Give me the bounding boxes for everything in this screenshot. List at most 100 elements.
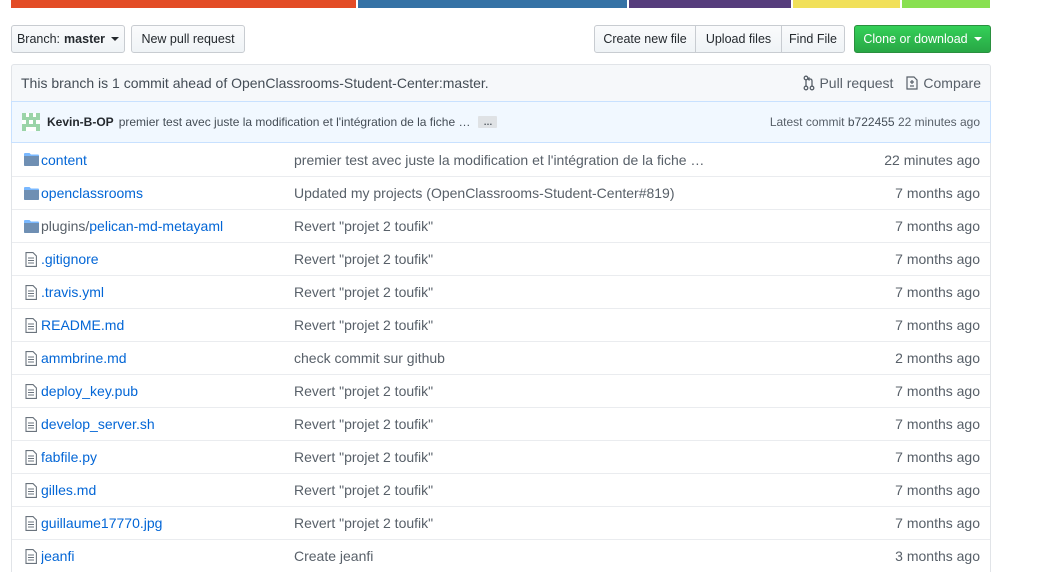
file-icon	[12, 515, 41, 531]
commit-author-link[interactable]: Kevin-B-OP	[47, 115, 114, 129]
file-age: 7 months ago	[895, 284, 980, 300]
file-row[interactable]: plugins/pelican-md-metayaml Revert "proje…	[12, 209, 990, 242]
file-age: 7 months ago	[895, 317, 980, 333]
file-name: guillaume17770.jpg	[41, 515, 163, 531]
file-name: jeanfi	[41, 548, 75, 564]
caret-down-icon	[111, 37, 120, 41]
file-name: ammbrine.md	[41, 350, 127, 366]
file-icon	[12, 482, 41, 498]
language-bar[interactable]	[11, 0, 990, 8]
clone-or-download-button[interactable]: Clone or download	[854, 25, 991, 53]
compare-label: Compare	[923, 75, 981, 91]
file-commit-message-link[interactable]: Create jeanfi	[294, 548, 850, 564]
file-name-link[interactable]: README.md	[41, 317, 294, 333]
file-name-link[interactable]: guillaume17770.jpg	[41, 515, 294, 531]
language-segment[interactable]	[357, 0, 627, 8]
file-commit-message-link[interactable]: Revert "projet 2 toufik"	[294, 482, 850, 498]
compare-link[interactable]: Compare	[905, 75, 981, 91]
file-name-link[interactable]: openclassrooms	[41, 185, 294, 201]
file-name-link[interactable]: ammbrine.md	[41, 350, 294, 366]
find-file-button[interactable]: Find File	[781, 25, 845, 53]
file-commit-message-link[interactable]: Revert "projet 2 toufik"	[294, 317, 850, 333]
file-row[interactable]: deploy_key.pub Revert "projet 2 toufik" 7 …	[12, 374, 990, 407]
file-age: 7 months ago	[895, 482, 980, 498]
file-name: develop_server.sh	[41, 416, 155, 432]
file-commit-message-link[interactable]: Revert "projet 2 toufik"	[294, 284, 850, 300]
file-age: 3 months ago	[895, 548, 980, 564]
folder-icon	[12, 186, 41, 200]
file-commit-message-link[interactable]: Updated my projects (OpenClassrooms-Stud…	[294, 185, 850, 201]
file-commit-message-link[interactable]: Revert "projet 2 toufik"	[294, 416, 850, 432]
latest-commit-bar: Kevin-B-OP premier test avec juste la mo…	[11, 101, 991, 143]
file-icon	[12, 416, 41, 432]
file-row[interactable]: gilles.md Revert "projet 2 toufik" 7 month…	[12, 473, 990, 506]
branch-select-button[interactable]: Branch: master	[11, 25, 125, 53]
path-prefix: plugins/	[41, 218, 90, 234]
file-name: .gitignore	[41, 251, 99, 267]
file-row[interactable]: jeanfi Create jeanfi 3 months ago	[12, 539, 990, 572]
file-row[interactable]: .gitignore Revert "projet 2 toufik" 7 mont…	[12, 242, 990, 275]
file-age: 7 months ago	[895, 383, 980, 399]
folder-icon	[12, 219, 41, 233]
file-age: 7 months ago	[895, 515, 980, 531]
commit-sha-link[interactable]: b722455	[848, 115, 895, 129]
file-age: 7 months ago	[895, 185, 980, 201]
file-name: pelican-md-metayaml	[89, 218, 224, 234]
pull-request-link[interactable]: Pull request	[803, 75, 893, 91]
file-list: content premier test avec juste la modifi…	[11, 143, 991, 572]
latest-commit-info: Latest commit b722455 22 minutes ago	[770, 115, 980, 129]
language-segment[interactable]	[792, 0, 900, 8]
file-name-link[interactable]: develop_server.sh	[41, 416, 294, 432]
commit-message-link[interactable]: premier test avec juste la modification …	[119, 115, 471, 129]
file-name: gilles.md	[41, 482, 97, 498]
file-age: 7 months ago	[895, 218, 980, 234]
clone-label: Clone or download	[863, 32, 968, 46]
file-commit-message-link[interactable]: premier test avec juste la modification …	[294, 152, 850, 168]
file-name-link[interactable]: .travis.yml	[41, 284, 294, 300]
new-pull-request-button[interactable]: New pull request	[131, 25, 245, 53]
file-row[interactable]: guillaume17770.jpg Revert "projet 2 toufi…	[12, 506, 990, 539]
language-segment[interactable]	[628, 0, 791, 8]
commit-expander-button[interactable]: …	[478, 116, 498, 128]
author-avatar[interactable]	[22, 113, 40, 131]
create-new-file-button[interactable]: Create new file	[594, 25, 696, 53]
file-row[interactable]: fabfile.py Revert "projet 2 toufik" 7 mont…	[12, 440, 990, 473]
branch-prefix: Branch:	[16, 32, 61, 46]
file-name-link[interactable]: plugins/pelican-md-metayaml	[41, 218, 294, 234]
file-commit-message-link[interactable]: Revert "projet 2 toufik"	[294, 251, 850, 267]
file-name-link[interactable]: .gitignore	[41, 251, 294, 267]
file-name-link[interactable]: deploy_key.pub	[41, 383, 294, 399]
git-pull-request-icon	[804, 75, 815, 91]
latest-commit-label: Latest commit	[769, 115, 845, 129]
file-row[interactable]: .travis.yml Revert "projet 2 toufik" 7 mon…	[12, 275, 990, 308]
file-icon	[12, 350, 41, 366]
branch-info-bar: This branch is 1 commit ahead of OpenCla…	[11, 64, 991, 102]
file-name-link[interactable]: gilles.md	[41, 482, 294, 498]
file-commit-message-link[interactable]: Revert "projet 2 toufik"	[294, 218, 850, 234]
file-icon	[12, 251, 41, 267]
file-commit-message-link[interactable]: check commit sur github	[294, 350, 850, 366]
file-row[interactable]: openclassrooms Updated my projects (OpenC…	[12, 176, 990, 209]
file-row[interactable]: README.md Revert "projet 2 toufik" 7 month…	[12, 308, 990, 341]
file-name-link[interactable]: fabfile.py	[41, 449, 294, 465]
language-segment[interactable]	[11, 0, 356, 8]
file-commit-message-link[interactable]: Revert "projet 2 toufik"	[294, 515, 850, 531]
file-row[interactable]: content premier test avec juste la modifi…	[12, 143, 990, 176]
file-commit-message-link[interactable]: Revert "projet 2 toufik"	[294, 383, 850, 399]
language-segment[interactable]	[901, 0, 990, 8]
file-age: 7 months ago	[895, 416, 980, 432]
file-name-link[interactable]: jeanfi	[41, 548, 294, 564]
file-icon	[12, 317, 41, 333]
file-age: 7 months ago	[895, 251, 980, 267]
upload-files-button[interactable]: Upload files	[695, 25, 782, 53]
caret-down-icon	[973, 37, 982, 41]
file-name-link[interactable]: content	[41, 152, 294, 168]
file-commit-message-link[interactable]: Revert "projet 2 toufik"	[294, 449, 850, 465]
file-icon	[12, 284, 41, 300]
file-row[interactable]: ammbrine.md check commit sur github 2 mont…	[12, 341, 990, 374]
file-name: openclassrooms	[41, 185, 143, 201]
file-age: 2 months ago	[895, 350, 980, 366]
branch-name: master	[64, 32, 106, 46]
file-row[interactable]: develop_server.sh Revert "projet 2 toufik…	[12, 407, 990, 440]
file-name: deploy_key.pub	[41, 383, 139, 399]
